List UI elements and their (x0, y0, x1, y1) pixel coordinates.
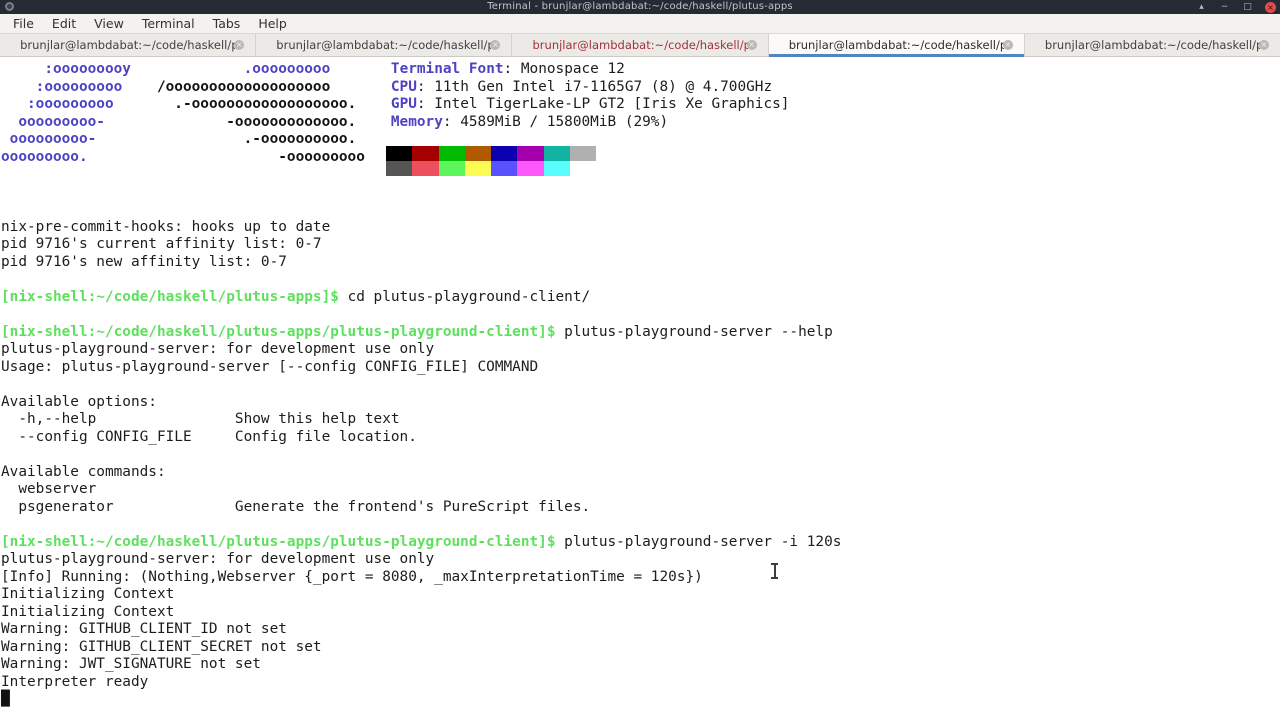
tab-close-icon[interactable]: × (1003, 40, 1013, 50)
tab-close-icon[interactable]: × (1259, 40, 1269, 50)
terminal-output-line (1, 201, 1280, 219)
window-title: Terminal - brunjlar@lambdabat:~/code/has… (0, 0, 1280, 14)
terminal-output-line: Usage: plutus-playground-server [--confi… (1, 359, 1280, 377)
color-swatch (386, 161, 412, 176)
terminal-output-line: [nix-shell:~/code/haskell/plutus-apps]$ … (1, 289, 1280, 307)
tab-label: brunjlar@lambdabat:~/code/haskell/plutus… (276, 38, 491, 52)
tab-1[interactable]: brunjlar@lambdabat:~/code/haskell/plutus… (0, 34, 256, 56)
menu-help[interactable]: Help (249, 15, 296, 32)
terminal-output-line (1, 166, 1280, 184)
tab-close-icon[interactable]: × (747, 40, 757, 50)
terminal-output-line: ooooooooo- .-oooooooooo. (1, 131, 1280, 149)
terminal-output-line: plutus-playground-server: for developmen… (1, 341, 1280, 359)
menu-tabs[interactable]: Tabs (204, 15, 250, 32)
terminal-output-line (1, 446, 1280, 464)
color-swatch (517, 161, 543, 176)
shade-button[interactable]: ▴ (1196, 0, 1207, 14)
terminal-output-line: :ooooooooo /ooooooooooooooooooo CPU: 11t… (1, 79, 1280, 97)
tab-label: brunjlar@lambdabat:~/code/haskell/plutus… (533, 38, 748, 52)
ansi-color-palette-row-2 (386, 161, 596, 176)
color-swatch (386, 146, 412, 161)
tab-label: brunjlar@lambdabat:~/code/haskell/plutus… (789, 38, 1004, 52)
tab-2[interactable]: brunjlar@lambdabat:~/code/haskell/plutus… (256, 34, 512, 56)
terminal-output-line: -h,--help Show this help text (1, 411, 1280, 429)
terminal-output-line: :ooooooooo .-oooooooooooooooooo. GPU: In… (1, 96, 1280, 114)
color-swatch (544, 146, 570, 161)
maximize-button[interactable]: □ (1242, 0, 1253, 14)
menu-terminal[interactable]: Terminal (133, 15, 204, 32)
ansi-color-palette-row-1 (386, 146, 596, 161)
terminal-output-line: Warning: GITHUB_CLIENT_SECRET not set (1, 639, 1280, 657)
terminal-output-line (1, 271, 1280, 289)
tab-5[interactable]: brunjlar@lambdabat:~/code/haskell/plutus… (1025, 34, 1280, 56)
color-swatch (570, 146, 596, 161)
color-swatch (465, 161, 491, 176)
color-swatch (491, 161, 517, 176)
color-swatch (517, 146, 543, 161)
terminal-output-line: [Info] Running: (Nothing,Webserver {_por… (1, 569, 1280, 587)
menu-edit[interactable]: Edit (43, 15, 85, 32)
terminal-output-line: Initializing Context (1, 604, 1280, 622)
close-button[interactable]: × (1265, 2, 1276, 13)
tab-bar: brunjlar@lambdabat:~/code/haskell/plutus… (0, 34, 1280, 57)
terminal-output: :ooooooooy .ooooooooo Terminal Font: Mon… (1, 61, 1280, 709)
terminal-output-line: ooooooooo- -ooooooooooooo. Memory: 4589M… (1, 114, 1280, 132)
terminal-output-line (1, 306, 1280, 324)
color-swatch (439, 161, 465, 176)
terminal-output-line: nix-pre-commit-hooks: hooks up to date (1, 219, 1280, 237)
titlebar: Terminal - brunjlar@lambdabat:~/code/has… (0, 0, 1280, 14)
tab-label: brunjlar@lambdabat:~/code/haskell/plutus… (20, 38, 235, 52)
terminal-output-line: Available options: (1, 394, 1280, 412)
terminal-output-line: psgenerator Generate the frontend's Pure… (1, 499, 1280, 517)
terminal-output-line: [nix-shell:~/code/haskell/plutus-apps/pl… (1, 324, 1280, 342)
color-swatch (491, 146, 517, 161)
terminal-output-line: ooooooooo. -ooooooooo (1, 149, 1280, 167)
menu-file[interactable]: File (4, 15, 43, 32)
tab-4[interactable]: brunjlar@lambdabat:~/code/haskell/plutus… (769, 34, 1025, 56)
terminal-output-line: Warning: JWT_SIGNATURE not set (1, 656, 1280, 674)
color-swatch (439, 146, 465, 161)
color-swatch (412, 146, 438, 161)
text-ibeam-pointer-icon (770, 563, 779, 579)
terminal-output-line: Interpreter ready (1, 674, 1280, 692)
terminal-output-line: █ (1, 691, 1280, 709)
terminal-output-line: --config CONFIG_FILE Config file locatio… (1, 429, 1280, 447)
menu-view[interactable]: View (85, 15, 133, 32)
terminal-output-line: Initializing Context (1, 586, 1280, 604)
terminal-output-line: pid 9716's current affinity list: 0-7 (1, 236, 1280, 254)
tab-3[interactable]: brunjlar@lambdabat:~/code/haskell/plutus… (512, 34, 768, 56)
color-swatch (465, 146, 491, 161)
terminal-output-line: Warning: GITHUB_CLIENT_ID not set (1, 621, 1280, 639)
terminal-output-line (1, 184, 1280, 202)
terminal-output-line: plutus-playground-server: for developmen… (1, 551, 1280, 569)
terminal-output-line (1, 516, 1280, 534)
terminal-window: Terminal - brunjlar@lambdabat:~/code/has… (0, 0, 1280, 720)
tab-close-icon[interactable]: × (234, 40, 244, 50)
color-swatch (570, 161, 596, 176)
tab-close-icon[interactable]: × (490, 40, 500, 50)
terminal-output-line (1, 376, 1280, 394)
terminal-output-line: [nix-shell:~/code/haskell/plutus-apps/pl… (1, 534, 1280, 552)
minimize-button[interactable]: − (1219, 0, 1230, 14)
menubar: FileEditViewTerminalTabsHelp (0, 14, 1280, 34)
terminal-output-line: :ooooooooy .ooooooooo Terminal Font: Mon… (1, 61, 1280, 79)
color-swatch (544, 161, 570, 176)
terminal-output-line: pid 9716's new affinity list: 0-7 (1, 254, 1280, 272)
window-controls: ▴−□ × (1196, 0, 1276, 14)
color-swatch (412, 161, 438, 176)
terminal-output-line: webserver (1, 481, 1280, 499)
tab-label: brunjlar@lambdabat:~/code/haskell/plutus… (1045, 38, 1260, 52)
terminal-output-line: Available commands: (1, 464, 1280, 482)
terminal-viewport[interactable]: :ooooooooy .ooooooooo Terminal Font: Mon… (0, 57, 1280, 720)
